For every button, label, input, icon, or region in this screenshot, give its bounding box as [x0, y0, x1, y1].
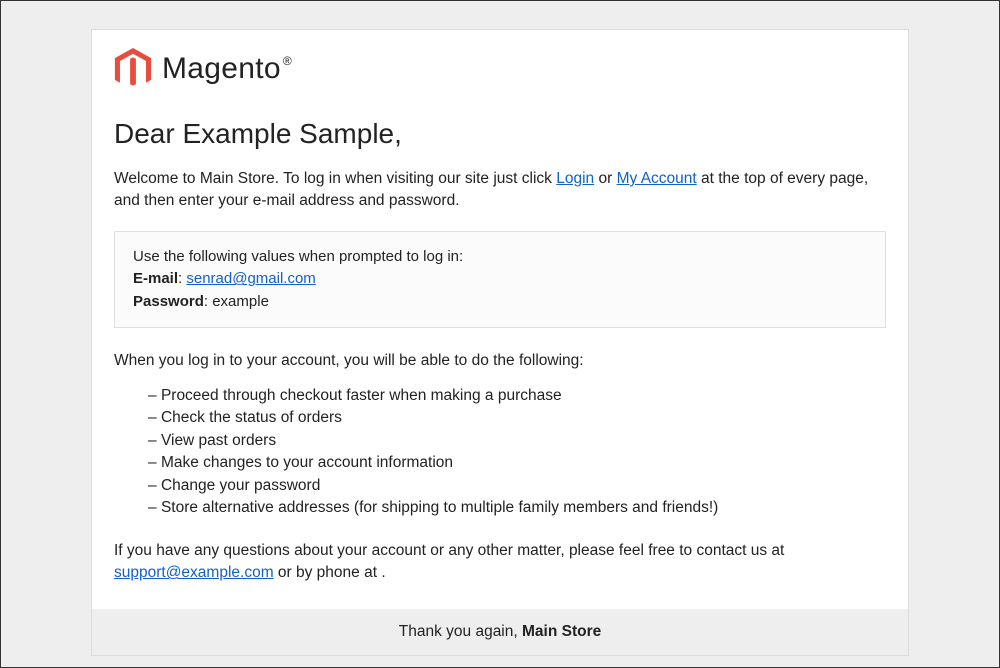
- email-card: Magento® Dear Example Sample, Welcome to…: [91, 29, 909, 656]
- registered-mark: ®: [283, 54, 292, 68]
- email-outer-frame: Magento® Dear Example Sample, Welcome to…: [1, 1, 999, 667]
- credentials-password-row: Password: example: [133, 291, 867, 314]
- contact-paragraph: If you have any questions about your acc…: [114, 540, 886, 585]
- logo-row: Magento®: [114, 48, 886, 90]
- contact-text-post: or by phone at .: [274, 564, 386, 581]
- password-value: example: [212, 293, 269, 310]
- feature-list: Proceed through checkout faster when mak…: [148, 385, 886, 520]
- list-item: Check the status of orders: [148, 407, 886, 429]
- credentials-instruction: Use the following values when prompted t…: [133, 246, 867, 269]
- welcome-paragraph: Welcome to Main Store. To log in when vi…: [114, 168, 886, 213]
- features-intro: When you log in to your account, you wil…: [114, 350, 886, 372]
- list-item: Proceed through checkout faster when mak…: [148, 385, 886, 407]
- magento-logo-icon: [114, 48, 152, 90]
- credentials-box: Use the following values when prompted t…: [114, 231, 886, 329]
- contact-text-pre: If you have any questions about your acc…: [114, 542, 784, 559]
- brand-name: Magento: [162, 52, 281, 85]
- greeting-heading: Dear Example Sample,: [114, 118, 886, 150]
- list-item: Change your password: [148, 475, 886, 497]
- logo-text: Magento®: [162, 52, 290, 86]
- email-label: E-mail: [133, 270, 178, 287]
- password-label: Password: [133, 293, 204, 310]
- list-item: Store alternative addresses (for shippin…: [148, 497, 886, 519]
- welcome-text-mid: or: [594, 170, 616, 187]
- email-value-link[interactable]: senrad@gmail.com: [186, 270, 315, 287]
- list-item: Make changes to your account information: [148, 452, 886, 474]
- support-email-link[interactable]: support@example.com: [114, 564, 274, 581]
- email-body: Magento® Dear Example Sample, Welcome to…: [92, 30, 908, 609]
- list-item: View past orders: [148, 430, 886, 452]
- welcome-text-pre: Welcome to Main Store. To log in when vi…: [114, 170, 556, 187]
- credentials-email-row: E-mail: senrad@gmail.com: [133, 268, 867, 291]
- footer-thanks: Thank you again,: [399, 623, 522, 640]
- my-account-link[interactable]: My Account: [617, 170, 697, 187]
- footer-bar: Thank you again, Main Store: [92, 609, 908, 655]
- footer-store-name: Main Store: [522, 623, 601, 640]
- login-link[interactable]: Login: [556, 170, 594, 187]
